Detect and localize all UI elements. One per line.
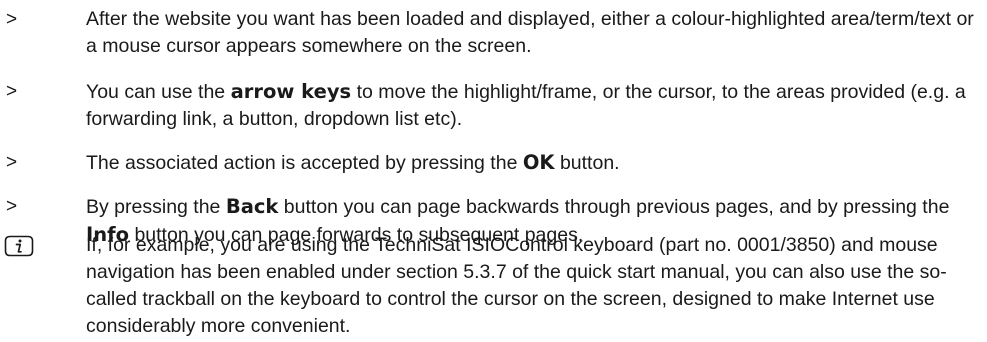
text-segment: The associated action is accepted by pre… xyxy=(86,152,523,174)
bullet-marker: > xyxy=(6,196,18,217)
text-segment: button. xyxy=(554,152,620,174)
bullet-marker: > xyxy=(6,81,18,102)
bullet-marker: > xyxy=(6,152,18,173)
list-item-text: After the website you want has been load… xyxy=(86,6,976,60)
bullet-marker: > xyxy=(6,9,18,30)
info-note-text: If, for example, you are using the Techn… xyxy=(86,234,947,337)
emphasis-ok: OK xyxy=(522,151,555,174)
info-icon xyxy=(4,235,34,257)
text-segment: button you can page backwards through pr… xyxy=(278,196,950,218)
list-item-text: You can use the arrow keys to move the h… xyxy=(86,78,976,133)
text-segment: After the website you want has been load… xyxy=(86,8,974,57)
list-item-text: The associated action is accepted by pre… xyxy=(86,149,976,177)
emphasis-arrow-keys: arrow keys xyxy=(230,80,352,103)
emphasis-back: Back xyxy=(225,195,279,218)
text-segment: By pressing the xyxy=(86,196,226,218)
text-segment: You can use the xyxy=(86,81,231,103)
